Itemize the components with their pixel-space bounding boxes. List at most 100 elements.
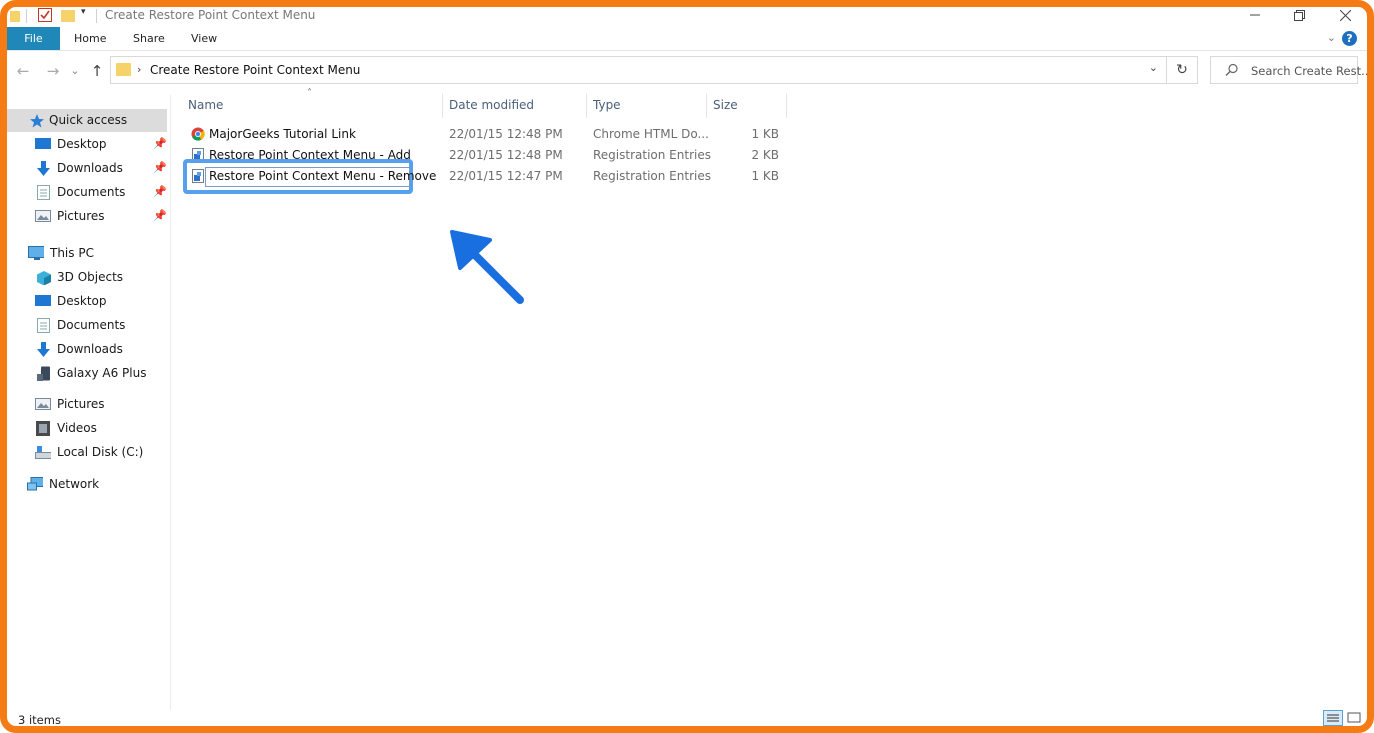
customize-quick-access-icon[interactable]: ▾	[81, 7, 86, 17]
refresh-button[interactable]: ↻	[1167, 56, 1198, 84]
star-icon	[30, 114, 44, 128]
file-name: Restore Point Context Menu - Remove	[209, 169, 437, 183]
3d-objects-icon	[37, 271, 51, 285]
sidebar-item-documents[interactable]: Documents 📌	[7, 181, 167, 204]
sidebar-label: Documents	[57, 318, 126, 332]
sidebar-item-quick-access[interactable]: Quick access	[7, 109, 167, 132]
properties-icon[interactable]	[38, 8, 52, 22]
sidebar-item-pictures[interactable]: Pictures 📌	[7, 205, 167, 228]
sidebar-item-local-disk[interactable]: Local Disk (C:)	[7, 441, 167, 464]
sidebar-label: Galaxy A6 Plus	[57, 366, 147, 380]
status-item-count: 3 items	[18, 713, 61, 727]
file-type: Registration Entries	[593, 169, 711, 183]
chrome-icon	[191, 127, 205, 141]
address-bar[interactable]: › Create Restore Point Context Menu ⌄	[110, 56, 1167, 84]
file-name: MajorGeeks Tutorial Link	[209, 127, 356, 141]
file-date: 22/01/15 12:48 PM	[449, 148, 563, 162]
file-row[interactable]: MajorGeeks Tutorial Link 22/01/15 12:48 …	[184, 124, 784, 145]
sidebar-item-downloads[interactable]: Downloads 📌	[7, 157, 167, 180]
desktop-icon	[35, 138, 51, 149]
download-arrow-icon	[37, 161, 50, 176]
breadcrumb[interactable]: Create Restore Point Context Menu	[150, 63, 360, 77]
tab-file[interactable]: File	[7, 27, 60, 50]
file-size: 1 KB	[751, 127, 779, 141]
file-size: 2 KB	[751, 148, 779, 162]
file-date: 22/01/15 12:47 PM	[449, 169, 563, 183]
sidebar-label: This PC	[50, 246, 94, 260]
pin-icon[interactable]: 📌	[153, 185, 167, 198]
chevron-right-icon[interactable]: ›	[137, 63, 141, 76]
sidebar-item-this-pc[interactable]: This PC	[7, 242, 167, 265]
column-header-size[interactable]: Size	[713, 98, 738, 112]
close-button[interactable]	[1335, 5, 1355, 25]
sidebar-item-pc-documents[interactable]: Documents	[7, 314, 167, 337]
sidebar-item-pc-pictures[interactable]: Pictures	[7, 393, 167, 416]
sidebar-label: 3D Objects	[57, 270, 124, 284]
document-icon	[37, 318, 50, 333]
window-title: Create Restore Point Context Menu	[105, 8, 316, 22]
pin-icon[interactable]: 📌	[153, 137, 167, 150]
large-icons-view-icon	[1347, 712, 1361, 723]
sidebar-label: Pictures	[57, 397, 105, 411]
sidebar-label: Network	[49, 477, 100, 491]
sidebar-item-desktop[interactable]: Desktop 📌	[7, 133, 167, 156]
sidebar-item-pc-desktop[interactable]: Desktop	[7, 290, 167, 313]
sidebar-item-3d-objects[interactable]: 3D Objects	[7, 266, 167, 289]
column-header-type[interactable]: Type	[593, 98, 621, 112]
download-arrow-icon	[37, 342, 50, 357]
tab-home[interactable]: Home	[74, 27, 106, 50]
sidebar-label: Pictures	[57, 209, 105, 223]
column-header-name[interactable]: Name	[188, 98, 223, 112]
details-view-button[interactable]	[1323, 710, 1343, 726]
file-date: 22/01/15 12:48 PM	[449, 127, 563, 141]
title-bar: ▾ Create Restore Point Context Menu	[0, 0, 1374, 30]
desktop-icon	[35, 295, 51, 306]
file-type: Chrome HTML Do...	[593, 127, 709, 141]
pin-icon[interactable]: 📌	[153, 161, 167, 174]
file-row[interactable]: Restore Point Context Menu - Remove 22/0…	[184, 166, 784, 187]
registry-file-icon	[192, 169, 204, 183]
recent-locations-icon[interactable]: ⌄	[66, 62, 84, 80]
restore-icon	[1293, 9, 1305, 21]
network-icon	[27, 477, 43, 491]
videos-icon	[36, 421, 50, 436]
sidebar-item-videos[interactable]: Videos	[7, 417, 167, 440]
hard-drive-icon	[35, 446, 51, 459]
close-icon	[1339, 9, 1351, 21]
sidebar-item-pc-downloads[interactable]: Downloads	[7, 338, 167, 361]
minimize-icon	[1250, 14, 1260, 16]
restore-button[interactable]	[1289, 5, 1309, 25]
annotation-arrow-icon	[450, 230, 524, 304]
tab-view[interactable]: View	[191, 27, 217, 50]
sidebar-item-network[interactable]: Network	[7, 473, 167, 496]
forward-button[interactable]: →	[44, 62, 62, 80]
expand-ribbon-icon[interactable]: ⌄	[1327, 31, 1336, 44]
sidebar-label: Downloads	[57, 161, 123, 175]
file-explorer-window: ▾ Create Restore Point Context Menu File…	[0, 0, 1374, 733]
search-placeholder: Search Create Rest...	[1251, 64, 1373, 78]
minimize-button[interactable]	[1245, 5, 1265, 25]
back-button[interactable]: ←	[14, 62, 32, 80]
column-header-date-modified[interactable]: Date modified	[449, 98, 534, 112]
navigation-pane: Quick access Desktop 📌 Downloads 📌 Docum…	[7, 95, 171, 710]
pin-icon[interactable]: 📌	[153, 209, 167, 222]
up-button[interactable]: ↑	[88, 62, 106, 80]
new-folder-icon[interactable]	[61, 8, 75, 22]
phone-icon	[37, 366, 50, 381]
sidebar-item-galaxy-a6-plus[interactable]: Galaxy A6 Plus	[7, 362, 167, 385]
folder-icon	[116, 63, 131, 76]
search-icon	[1225, 63, 1238, 76]
search-input[interactable]: Search Create Rest...	[1210, 56, 1372, 84]
large-icons-view-button[interactable]	[1347, 710, 1367, 726]
computer-icon	[28, 246, 44, 260]
address-dropdown-icon[interactable]: ⌄	[1149, 61, 1158, 74]
document-icon	[37, 185, 50, 200]
file-size: 1 KB	[751, 169, 779, 183]
sidebar-label: Desktop	[57, 294, 107, 308]
details-view-icon	[1327, 714, 1339, 722]
sidebar-label: Quick access	[49, 113, 128, 127]
ribbon-tabs: File Home Share View ⌄ ?	[0, 27, 1374, 51]
tab-share[interactable]: Share	[133, 27, 165, 50]
help-button[interactable]: ?	[1342, 31, 1357, 46]
sidebar-label: Documents	[57, 185, 126, 199]
